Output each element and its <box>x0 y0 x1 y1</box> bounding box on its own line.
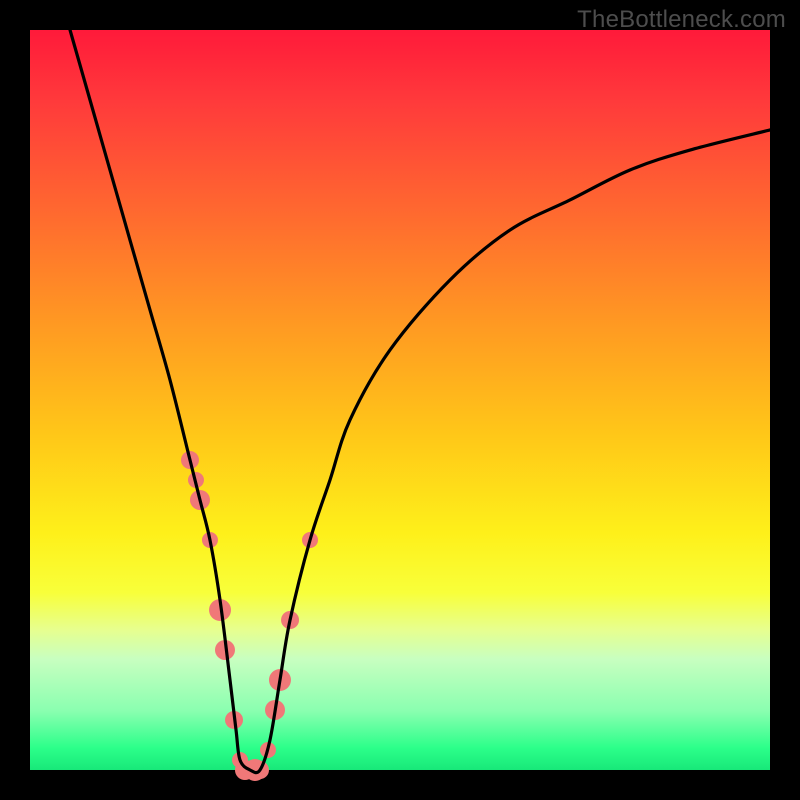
chart-svg <box>30 30 770 770</box>
chart-frame: TheBottleneck.com <box>0 0 800 800</box>
watermark-text: TheBottleneck.com <box>577 6 786 34</box>
plot-area <box>30 30 770 770</box>
bottleneck-curve <box>70 30 770 773</box>
